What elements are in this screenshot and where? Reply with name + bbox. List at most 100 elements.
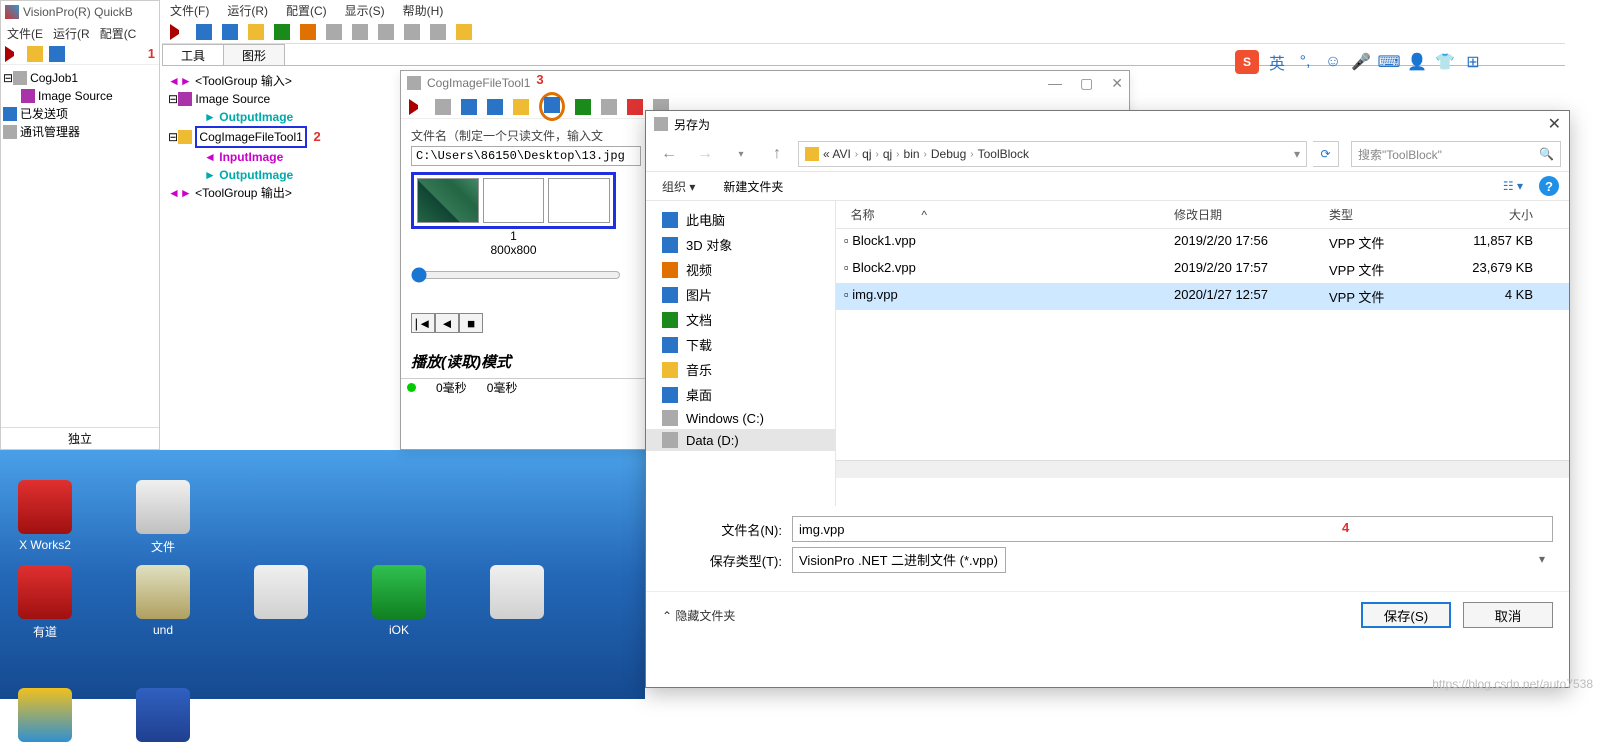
tool-icon[interactable] [378, 24, 394, 40]
file-row[interactable]: ▫ Block2.vpp 2019/2/20 17:57 VPP 文件 23,6… [836, 256, 1569, 283]
win4-titlebar[interactable]: 另存为 ✕ [646, 111, 1569, 137]
search-input[interactable]: 搜索"ToolBlock" 🔍 [1351, 141, 1561, 167]
desktop-icon[interactable] [10, 688, 80, 746]
thumbnail-empty[interactable] [483, 178, 545, 223]
open-icon[interactable] [49, 46, 65, 62]
tree-toolgroup-out[interactable]: ◄► <ToolGroup 输出> [168, 184, 396, 202]
crumb[interactable]: ToolBlock [978, 147, 1029, 161]
ime-emoji-icon[interactable]: ☺ [1323, 52, 1343, 72]
close-icon[interactable]: ✕ [1548, 114, 1561, 134]
desktop-icon[interactable]: iOK [364, 565, 434, 640]
sidebar-item-documents[interactable]: 文档 [646, 307, 835, 332]
maximize-icon[interactable]: ▢ [1080, 75, 1093, 92]
refresh-button[interactable]: ⟳ [1313, 141, 1339, 167]
sidebar-item-pc[interactable]: 此电脑 [646, 207, 835, 232]
tab-tools[interactable]: 工具 [162, 44, 224, 65]
menu-help[interactable]: 帮助(H) [403, 2, 444, 19]
tool-icon[interactable] [461, 99, 477, 115]
close-icon[interactable]: ✕ [1111, 75, 1123, 92]
help-button[interactable]: ? [1539, 176, 1559, 196]
file-row-selected[interactable]: ▫ img.vpp 2020/1/27 12:57 VPP 文件 4 KB [836, 283, 1569, 310]
thumbnail-1[interactable] [417, 178, 479, 223]
col-date[interactable]: 修改日期 [1166, 201, 1321, 228]
filepath-input[interactable]: C:\Users\86150\Desktop\13.jpg [411, 146, 641, 166]
save-icon[interactable] [27, 46, 43, 62]
breadcrumb-dropdown-icon[interactable]: ▾ [1294, 147, 1300, 161]
tree-item-imagesource[interactable]: Image Source [3, 87, 157, 105]
run-icon[interactable] [5, 46, 21, 62]
sidebar-item-video[interactable]: 视频 [646, 257, 835, 282]
sidebar-item-desktop[interactable]: 桌面 [646, 382, 835, 407]
tool-icon[interactable] [222, 24, 238, 40]
sidebar-item-drive-d[interactable]: Data (D:) [646, 429, 835, 451]
desktop-icon[interactable] [246, 565, 316, 640]
tree-item-sent[interactable]: 已发送项 [3, 105, 157, 123]
view-button[interactable]: ☷ ▾ [1503, 179, 1523, 193]
tree-cogimagefiletool1[interactable]: ⊟ CogImageFileTool1 2 [168, 126, 396, 148]
back-button[interactable]: ← [654, 141, 684, 167]
tool-icon[interactable] [196, 24, 212, 40]
ime-lang[interactable]: 英 [1267, 52, 1287, 72]
tree-outputimage[interactable]: ► OutputImage [168, 108, 396, 126]
open-icon[interactable] [513, 99, 529, 115]
organize-button[interactable]: 组织 ▾ [656, 176, 701, 197]
sidebar-item-music[interactable]: 音乐 [646, 357, 835, 382]
win3-titlebar[interactable]: CogImageFileTool1 3 — ▢ ✕ [401, 71, 1129, 95]
run-icon[interactable] [409, 99, 425, 115]
crumb[interactable]: qj [883, 147, 892, 161]
run-icon[interactable] [170, 24, 186, 40]
newfolder-button[interactable]: 新建文件夹 [723, 178, 783, 195]
tab-graphics[interactable]: 图形 [223, 44, 285, 65]
prev-button[interactable]: ◄ [435, 313, 459, 333]
sidebar-item-drive-c[interactable]: Windows (C:) [646, 407, 835, 429]
desktop-icon[interactable] [482, 565, 552, 640]
tree-item-comm[interactable]: 通讯管理器 [3, 123, 157, 141]
crumb[interactable]: « AVI [823, 147, 851, 161]
menu-run[interactable]: 运行(R [53, 25, 90, 42]
help-icon[interactable] [456, 24, 472, 40]
desktop-icon[interactable]: 有道 [10, 565, 80, 640]
hide-folders-toggle[interactable]: ⌃ 隐藏文件夹 [662, 607, 735, 624]
col-name[interactable]: 名称 ^ [836, 201, 1166, 228]
tool-icon[interactable] [274, 24, 290, 40]
menu-file[interactable]: 文件(F) [170, 2, 209, 19]
thumbnail-empty[interactable] [548, 178, 610, 223]
crumb[interactable]: bin [904, 147, 920, 161]
tree-toolgroup-in[interactable]: ◄► <ToolGroup 输入> [168, 72, 396, 90]
menu-run[interactable]: 运行(R) [227, 2, 268, 19]
ime-keyboard-icon[interactable]: ⌨ [1379, 52, 1399, 72]
tree-item-cogjob1[interactable]: ⊟ CogJob1 [3, 69, 157, 87]
horizontal-scrollbar[interactable] [836, 460, 1569, 478]
desktop-icon[interactable]: X Works2 [10, 480, 80, 555]
file-row[interactable]: ▫ Block1.vpp 2019/2/20 17:56 VPP 文件 11,8… [836, 229, 1569, 256]
col-type[interactable]: 类型 [1321, 201, 1461, 228]
tool-icon[interactable] [248, 24, 264, 40]
sidebar-item-downloads[interactable]: 下载 [646, 332, 835, 357]
record-icon[interactable] [627, 99, 643, 115]
sidebar-item-pictures[interactable]: 图片 [646, 282, 835, 307]
tool-icon[interactable] [575, 99, 591, 115]
menu-config[interactable]: 配置(C [100, 25, 137, 42]
forward-button[interactable]: → [690, 141, 720, 167]
cancel-button[interactable]: 取消 [1463, 602, 1553, 628]
ime-sogou-icon[interactable]: S [1235, 50, 1259, 74]
breadcrumb[interactable]: « AVI› qj› qj› bin› Debug› ToolBlock ▾ [798, 141, 1307, 167]
save-button[interactable]: 保存(S) [1361, 602, 1451, 628]
col-size[interactable]: 大小 [1461, 201, 1541, 228]
tool-icon[interactable] [487, 99, 503, 115]
up-button[interactable]: ↑ [762, 141, 792, 167]
save-button-circled[interactable] [539, 92, 565, 121]
sidebar-item-3d[interactable]: 3D 对象 [646, 232, 835, 257]
ime-skin-icon[interactable]: 👕 [1435, 52, 1455, 72]
tool-icon[interactable] [435, 99, 451, 115]
position-slider[interactable] [411, 267, 621, 283]
desktop-icon[interactable]: und [128, 565, 198, 640]
recent-button[interactable]: ▾ [726, 141, 756, 167]
tool-icon[interactable] [300, 24, 316, 40]
crumb[interactable]: qj [862, 147, 871, 161]
tree-imagesource[interactable]: ⊟ Image Source [168, 90, 396, 108]
desktop-icon[interactable]: 文件 [128, 480, 198, 555]
win1-titlebar[interactable]: VisionPro(R) QuickB [1, 1, 159, 23]
menu-config[interactable]: 配置(C) [286, 2, 327, 19]
filetype-select[interactable]: VisionPro .NET 二进制文件 (*.vpp) [792, 547, 1006, 573]
